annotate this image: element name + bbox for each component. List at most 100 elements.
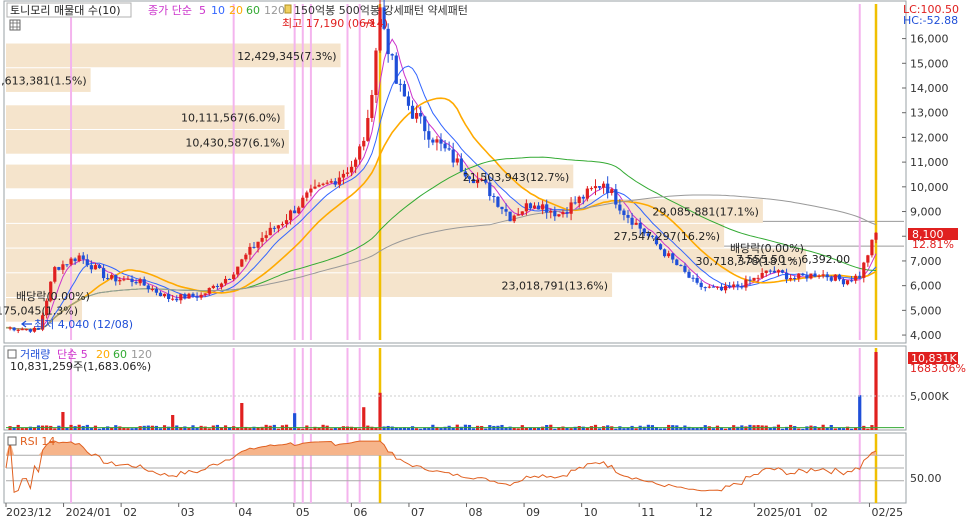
candle-body [280,223,285,226]
volume-bar [524,427,528,430]
date-tick-label: 04 [238,506,252,519]
candle-body [410,105,415,119]
candle-body [297,207,301,214]
candle-body [28,329,32,332]
candle-body [386,28,390,55]
candle-body [711,286,715,288]
candle-body [679,265,683,267]
price-tick-label: 5,000 [910,304,942,317]
volume-profile-label: 27,547,297(16.2%) [614,230,721,243]
candle-body [760,272,764,278]
candle-body [329,181,333,183]
candle-body [496,196,500,207]
candle-body [805,275,809,279]
candle-body [293,210,297,214]
candle-body [752,277,756,281]
volume-bar [858,395,862,430]
ma20-legend: 20 [229,4,243,17]
volume-bar [374,427,378,430]
candle-body [284,220,289,224]
candle-body [512,215,516,222]
candle-body [183,294,187,299]
candle-body [675,259,679,266]
date-tick-label: 07 [411,506,425,519]
candle-body [829,277,833,281]
candle-body [57,267,61,270]
volume-bar [662,428,667,430]
volume-bar [585,428,589,430]
volume-info: 10,831,259주(1,683.06%) [10,360,151,373]
candle-body [423,116,427,132]
volume-profile-label: 23,018,791(13.6%) [502,280,609,293]
volume-bar [240,403,244,430]
date-tick-label: 11 [641,506,655,519]
ma60-legend: 60 [246,4,260,17]
volume-profile-label: 2,175,045(1.3%) [0,304,78,317]
candle-body [317,184,321,187]
volume-bar [874,352,878,430]
candle-body [532,205,537,209]
candle-body [374,50,378,95]
low-annotation: 최저 4,040 (12/08) [34,318,133,331]
volume-bar [288,428,293,430]
candle-body [841,279,846,285]
settings-icon[interactable] [9,19,21,31]
volume-profile-label: 29,085,881(17.1%) [652,206,759,219]
volume-bar [97,428,102,430]
volume-bar [553,428,557,430]
price-tick-label: 15,000 [910,57,949,70]
candle-body [833,274,837,281]
candle-body [687,271,691,278]
volume-bar [610,426,614,430]
candle-body [195,296,199,298]
price-tick-label: 13,000 [910,107,949,120]
candle-body [439,139,443,144]
candle-body [203,293,207,295]
current-change: 12.81% [912,238,954,251]
candle-body [398,83,402,85]
candle-body [223,278,228,284]
volume-bar [866,428,870,430]
volume-bar [817,428,821,430]
candle-body [793,278,797,280]
volume-bar [106,426,110,430]
candle-body [309,188,313,193]
date-tick-label: 02/25 [871,506,903,519]
candle-body [85,259,89,266]
candle-body [264,235,268,238]
rsi-settings-icon[interactable] [7,436,17,446]
candle-body [748,279,752,281]
candle-body [683,265,687,272]
candle-body [736,284,740,287]
candle-body [817,275,821,277]
candle-body [53,267,57,282]
volume-bar [744,426,748,430]
candle-body [809,273,813,279]
candle-body [813,273,817,277]
candle-body [248,246,252,255]
volume-bar [569,428,573,430]
rsi-y-tick: 50.00 [910,472,942,485]
volume-bar [118,426,122,430]
volume-settings-icon[interactable] [7,349,17,359]
dividend-label-left: 배당락(0.00%) [16,290,90,303]
candle-body [244,254,248,260]
candle-body [715,286,720,288]
volume-bar [691,427,695,430]
candle-body [313,186,317,189]
candle-body [821,274,825,276]
candle-body [723,285,728,291]
candle-body [862,262,866,278]
candle-body [577,196,581,204]
date-tick-label: 06 [353,506,367,519]
candle-body [874,232,878,240]
candle-body [162,293,167,297]
candle-body [658,244,663,250]
volume-bar [390,426,394,430]
candle-body [106,278,110,280]
candle-body [240,259,244,267]
volume-bar [378,392,382,430]
volume-bar [658,428,663,430]
price-tick-label: 14,000 [910,82,949,95]
candle-body [260,237,264,242]
